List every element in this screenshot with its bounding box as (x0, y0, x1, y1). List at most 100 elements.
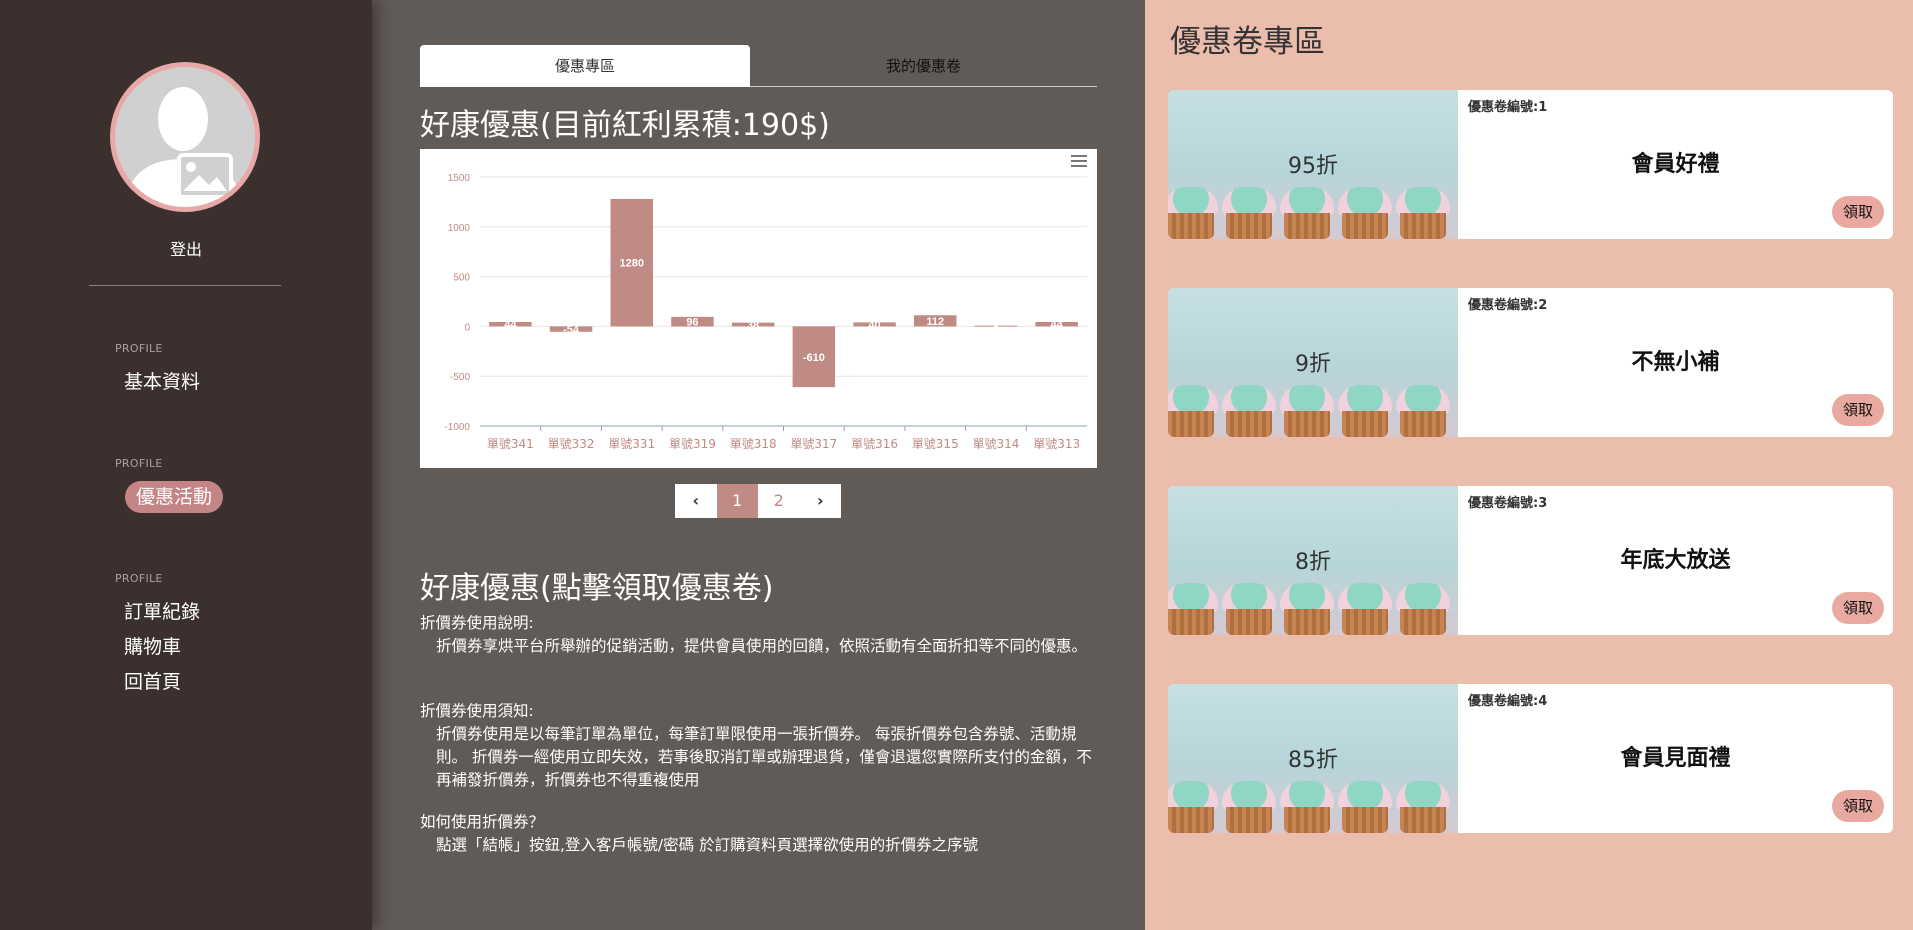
coupon-number: 優惠卷編號:3 (1468, 496, 1548, 511)
logout-link[interactable]: 登出 (0, 236, 372, 260)
coupon-name: 會員好禮 (1631, 152, 1720, 177)
bonus-title: 好康優惠(目前紅利累積:190$) (420, 108, 830, 143)
sidebar-item-promotions[interactable]: 優惠活動 (125, 481, 224, 513)
coupon-discount: 8折 (1295, 550, 1331, 575)
bar-value-label: 96 (686, 317, 698, 329)
coupon-card: 95折 優惠卷編號:1 會員好禮領取 (1168, 90, 1893, 239)
instruction-heading: 折價券使用須知: (420, 702, 534, 720)
cupcake-image (1394, 583, 1452, 635)
instruction-heading: 如何使用折價券？ (420, 813, 545, 831)
bonus-chart: 1500 1000 500 0 -500 -1000 44 單號341 -54 單號332 1280… (420, 149, 1097, 468)
cupcake-image (1278, 583, 1336, 635)
pagination-page-2[interactable]: 2 (758, 484, 800, 518)
coupon-discount: 9折 (1295, 352, 1331, 377)
pagination-prev-button[interactable]: ‹ (675, 484, 717, 518)
bar-value-label: 38 (747, 320, 759, 332)
coupon-image: 85折 (1168, 684, 1458, 833)
claim-coupon-button[interactable]: 領取 (1832, 196, 1884, 228)
cupcake-image (1220, 781, 1278, 833)
instruction-body: 折價券享烘平台所舉辦的促銷活動，提供會員使用的回饋，依照活動有全面折扣等不同的優… (436, 637, 1088, 655)
instruction-block: 折價券使用須知: 折價券使用是以每筆訂單為單位，每筆訂單限使用一張折價券。 每張… (420, 700, 1100, 792)
x-tick-label: 單號319 (669, 437, 716, 451)
bonus-bar-chart: 1500 1000 500 0 -500 -1000 44 單號341 -54 單號332 1280… (444, 173, 1087, 451)
coupon-discount: 85折 (1288, 748, 1338, 773)
cupcake-image (1336, 583, 1394, 635)
x-tick-label: 單號331 (608, 437, 655, 451)
tab-bar: 優惠專區 我的優惠卷 (420, 45, 1097, 87)
claim-coupon-button[interactable]: 領取 (1832, 790, 1884, 822)
coupon-number: 優惠卷編號:2 (1468, 298, 1548, 313)
cupcake-image (1394, 187, 1452, 239)
cupcake-image (1168, 781, 1220, 833)
coupon-name: 年底大放送 (1620, 548, 1731, 573)
cupcake-image (1278, 781, 1336, 833)
section-label-profile: PROFILE (115, 457, 163, 470)
x-tick-label: 單號313 (1033, 437, 1080, 451)
coupon-card: 85折 優惠卷編號:4 會員見面禮領取 (1168, 684, 1893, 833)
claim-coupon-button[interactable]: 領取 (1832, 592, 1884, 624)
x-tick-label: 單號316 (851, 437, 898, 451)
sidebar: 登出 PROFILE 基本資料 PROFILE 優惠活動 PROFILE 訂單紀… (0, 0, 372, 930)
cupcake-image (1220, 187, 1278, 239)
bar-value-label: 8 (993, 321, 999, 333)
sidebar-item-basic-info[interactable]: 基本資料 (124, 369, 200, 395)
y-tick-label: -1000 (444, 422, 470, 433)
cupcake-image (1394, 781, 1452, 833)
coupon-image: 9折 (1168, 288, 1458, 437)
cupcake-image (1278, 385, 1336, 437)
x-tick-label: 單號332 (548, 437, 595, 451)
coupon-number: 優惠卷編號:1 (1468, 100, 1548, 115)
bar-value-label: 1280 (620, 258, 644, 270)
instruction-block: 如何使用折價券？ 點選「結帳」按鈕,登入客戶帳號/密碼 於訂購資料頁選擇欲使用的… (420, 811, 1100, 857)
sidebar-item-cart[interactable]: 購物車 (124, 634, 181, 660)
cupcake-image (1220, 583, 1278, 635)
pagination-next-button[interactable]: › (800, 484, 842, 518)
bar-value-label: 44 (1051, 319, 1064, 331)
x-tick-label: 單號314 (972, 437, 1019, 451)
chart-menu-icon[interactable] (1071, 155, 1087, 169)
cupcake-image (1220, 385, 1278, 437)
bar-value-label: 40 (868, 319, 880, 331)
cupcake-image (1168, 385, 1220, 437)
cupcake-image (1336, 187, 1394, 239)
pagination: ‹ 1 2 › (675, 484, 841, 518)
cupcake-image (1278, 187, 1336, 239)
pagination-page-1[interactable]: 1 (716, 484, 758, 518)
coupon-panel-title: 優惠卷專區 (1170, 24, 1325, 60)
cupcake-image (1336, 385, 1394, 437)
x-tick-label: 單號317 (790, 437, 837, 451)
coupon-panel: 優惠卷專區 95折 優惠卷編號:1 會員好禮 領取 9折 優惠卷編號:2 不無小補 領取 8折優… (1145, 0, 1913, 930)
y-tick-label: 1000 (448, 223, 471, 234)
cupcake-image (1336, 781, 1394, 833)
coupon-name: 會員見面禮 (1620, 746, 1731, 771)
claim-coupon-button[interactable]: 領取 (1832, 394, 1884, 426)
sidebar-item-home[interactable]: 回首頁 (124, 669, 181, 695)
tab-promotions[interactable]: 優惠專區 (420, 45, 750, 87)
section-label-profile: PROFILE (115, 572, 163, 585)
y-tick-label: 500 (453, 273, 470, 284)
avatar (110, 62, 260, 212)
x-tick-label: 單號341 (487, 437, 534, 451)
x-tick-label: 單號318 (730, 437, 777, 451)
coupon-number: 優惠卷編號:4 (1468, 694, 1548, 709)
cupcake-image (1168, 583, 1220, 635)
cupcake-image (1168, 187, 1220, 239)
tab-my-coupons[interactable]: 我的優惠卷 (750, 45, 1097, 87)
instruction-heading: 折價券使用說明: (420, 614, 534, 632)
sidebar-divider (89, 285, 281, 286)
bar-value-label: 44 (504, 319, 517, 331)
y-tick-label: 0 (464, 322, 470, 333)
coupon-title: 好康優惠(點擊領取優惠卷) (420, 571, 774, 606)
bar-value-label: 112 (926, 316, 944, 328)
y-tick-label: -500 (450, 372, 470, 383)
bar-value-label: -54 (563, 324, 580, 336)
instruction-block: 折價券使用說明: 折價券享烘平台所舉辦的促銷活動，提供會員使用的回饋，依照活動有… (420, 612, 1100, 658)
bar-value-label: -610 (803, 352, 825, 364)
coupon-card: 8折 優惠卷編號:3 年底大放送領取 (1168, 486, 1893, 635)
coupon-image: 95折 (1168, 90, 1458, 239)
sidebar-item-orders[interactable]: 訂單紀錄 (124, 599, 200, 625)
x-tick-label: 單號315 (912, 437, 959, 451)
instruction-body: 折價券使用是以每筆訂單為單位，每筆訂單限使用一張折價券。 每張折價券包含券號、活… (436, 725, 1092, 789)
y-tick-label: 1500 (448, 173, 471, 184)
default-avatar-icon (125, 87, 243, 207)
